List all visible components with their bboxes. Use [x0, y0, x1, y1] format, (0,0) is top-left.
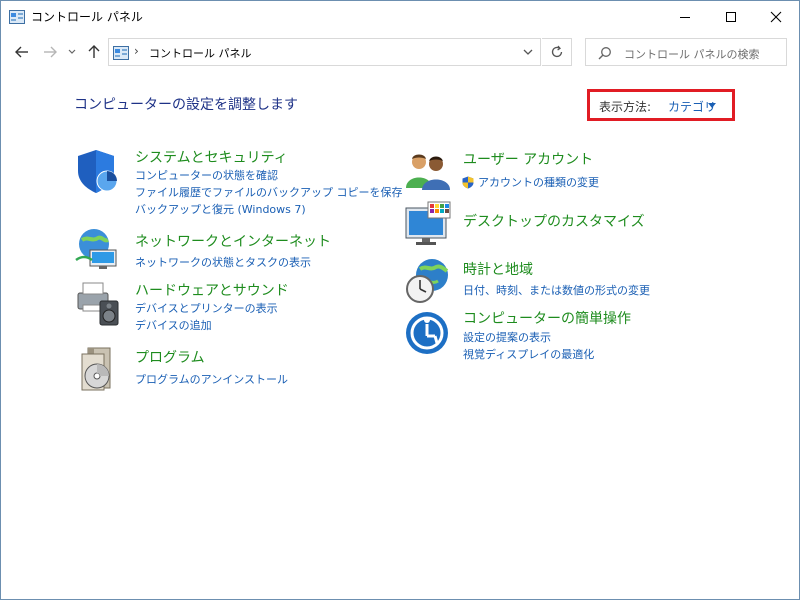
- maximize-button[interactable]: [708, 1, 754, 32]
- maximize-icon: [726, 11, 736, 22]
- control-panel-address-icon: [113, 45, 129, 60]
- link-network-status-tasks[interactable]: ネットワークの状態とタスクの表示: [135, 254, 311, 270]
- category-desktop-customize[interactable]: デスクトップのカスタマイズ: [463, 211, 645, 231]
- category-network-internet[interactable]: ネットワークとインターネット: [135, 231, 331, 251]
- users-icon[interactable]: [404, 148, 452, 196]
- programs-disc-icon[interactable]: [74, 346, 122, 394]
- arrow-left-icon: [15, 46, 28, 58]
- category-system-security[interactable]: システムとセキュリティ: [135, 147, 288, 167]
- minimize-icon: [680, 16, 690, 18]
- category-hardware-sound[interactable]: ハードウェアとサウンド: [135, 280, 289, 300]
- chevron-down-icon: [523, 49, 533, 55]
- view-by-label: 表示方法:: [599, 100, 652, 114]
- monitor-palette-icon[interactable]: [404, 200, 452, 248]
- category-user-accounts[interactable]: ユーザー アカウント: [463, 149, 593, 169]
- chevron-down-icon: [68, 49, 76, 54]
- uac-shield-icon: [462, 174, 474, 193]
- search-box[interactable]: コントロール パネルの検索: [585, 38, 787, 66]
- view-by-selector: 表示方法: カテゴリ: [587, 89, 735, 121]
- title-bar[interactable]: コントロール パネル: [1, 1, 799, 32]
- recent-locations-button[interactable]: [65, 41, 79, 63]
- link-uninstall-program[interactable]: プログラムのアンインストール: [135, 371, 288, 387]
- control-panel-window: コントロール パネル › コントロール パネル コントロール パネルの検索 コン…: [0, 0, 800, 600]
- arrow-right-icon: [44, 46, 57, 58]
- search-icon: [598, 45, 612, 64]
- link-optimize-visual-display[interactable]: 視覚ディスプレイの最適化: [463, 346, 594, 362]
- printer-speaker-icon[interactable]: [74, 279, 122, 327]
- close-icon: [770, 11, 782, 22]
- search-placeholder: コントロール パネルの検索: [624, 48, 760, 61]
- breadcrumb-separator[interactable]: ›: [134, 44, 139, 58]
- category-programs[interactable]: プログラム: [135, 347, 205, 367]
- caret-down-icon[interactable]: [708, 103, 716, 108]
- link-add-device[interactable]: デバイスの追加: [135, 317, 212, 333]
- shield-icon[interactable]: [74, 147, 122, 195]
- forward-button[interactable]: [39, 41, 61, 63]
- window-title: コントロール パネル: [31, 10, 143, 24]
- control-panel-app-icon: [9, 9, 25, 24]
- link-suggested-settings[interactable]: 設定の提案の表示: [463, 329, 551, 345]
- category-clock-region[interactable]: 時計と地域: [463, 259, 533, 279]
- ease-of-access-icon[interactable]: [404, 309, 452, 357]
- category-ease-of-access[interactable]: コンピューターの簡単操作: [463, 308, 631, 328]
- page-title: コンピューターの設定を調整します: [74, 97, 298, 113]
- address-history-button[interactable]: [521, 44, 535, 63]
- refresh-icon: [551, 45, 562, 58]
- close-button[interactable]: [753, 1, 799, 32]
- network-globe-icon[interactable]: [74, 226, 122, 274]
- link-backup-restore[interactable]: バックアップと復元 (Windows 7): [135, 201, 306, 217]
- navigation-bar: › コントロール パネル コントロール パネルの検索: [1, 35, 799, 69]
- link-date-time-number-format[interactable]: 日付、時刻、または数値の形式の変更: [463, 282, 650, 298]
- link-devices-printers[interactable]: デバイスとプリンターの表示: [135, 300, 278, 316]
- link-file-history-backup[interactable]: ファイル履歴でファイルのバックアップ コピーを保存: [135, 184, 403, 200]
- arrow-up-icon: [88, 45, 100, 58]
- breadcrumb-control-panel[interactable]: コントロール パネル: [149, 45, 252, 61]
- clock-globe-icon[interactable]: [404, 257, 452, 305]
- back-button[interactable]: [11, 41, 33, 63]
- link-check-computer-status[interactable]: コンピューターの状態を確認: [135, 167, 278, 183]
- refresh-button[interactable]: [542, 38, 572, 66]
- link-change-account-type[interactable]: アカウントの種類の変更: [478, 174, 599, 190]
- up-button[interactable]: [83, 41, 105, 63]
- address-bar[interactable]: › コントロール パネル: [108, 38, 541, 66]
- minimize-button[interactable]: [662, 1, 708, 32]
